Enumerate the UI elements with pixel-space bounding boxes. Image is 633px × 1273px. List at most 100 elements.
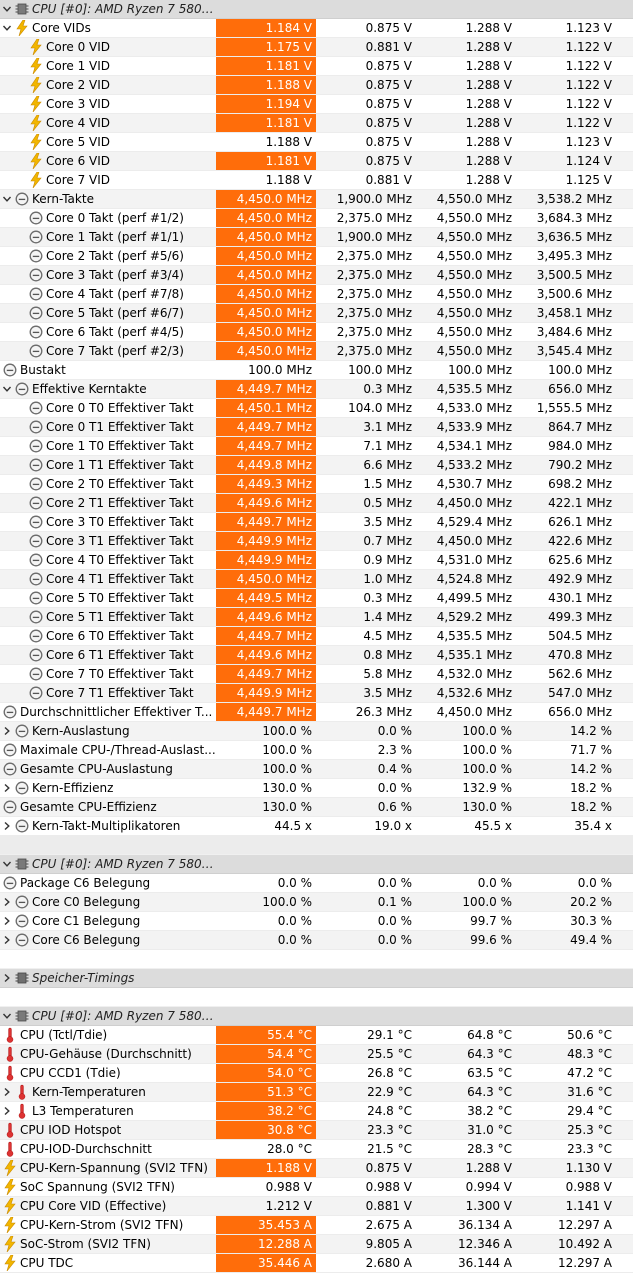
sensor-label: L3 Temperaturen <box>0 1102 216 1120</box>
chevron-right-icon[interactable] <box>0 779 14 797</box>
sensor-row[interactable]: Core 4 T0 Effektiver Takt 4,449.9 MHz 0.9 … <box>0 551 633 570</box>
sensor-row[interactable]: Core 0 VID 1.175 V 0.881 V 1.288 V 1.122 V <box>0 38 633 57</box>
sensor-group-header[interactable]: CPU [#0]: AMD Ryzen 7 5800... <box>0 0 633 19</box>
sensor-row[interactable]: Core 7 Takt (perf #2/3) 4,450.0 MHz 2,375.… <box>0 342 633 361</box>
sensor-name: Kern-Auslastung <box>32 724 130 738</box>
min-value: 21.5 °C <box>367 1142 412 1156</box>
current-value: 35.446 A <box>216 1254 316 1272</box>
chevron-down-icon[interactable] <box>0 1007 14 1025</box>
sensor-row[interactable]: Core 2 Takt (perf #5/6) 4,450.0 MHz 2,375.… <box>0 247 633 266</box>
sensor-row[interactable]: CPU-Kern-Spannung (SVI2 TFN) 1.188 V 0.875… <box>0 1159 633 1178</box>
sensor-group-header[interactable]: CPU [#0]: AMD Ryzen 7 5800... <box>0 855 633 874</box>
sensor-row[interactable]: Core C1 Belegung 0.0 % 0.0 % 99.7 % 30.3 % <box>0 912 633 931</box>
sensor-row[interactable]: Kern-Auslastung 100.0 % 0.0 % 100.0 % 14.2 % <box>0 722 633 741</box>
chevron-down-icon[interactable] <box>0 0 14 18</box>
chevron-down-icon[interactable] <box>0 19 14 37</box>
sensor-row[interactable]: Core 2 T0 Effektiver Takt 4,449.3 MHz 1.5 … <box>0 475 633 494</box>
max-value: 4,532.0 MHz <box>436 667 512 681</box>
sensor-row[interactable]: Gesamte CPU-Effizienz 130.0 % 0.6 % 130.0 %… <box>0 798 633 817</box>
max-value: 1.288 V <box>465 1161 512 1175</box>
sensor-row[interactable]: Core 3 T1 Effektiver Takt 4,449.9 MHz 0.7 … <box>0 532 633 551</box>
sensor-row[interactable]: Core 7 T0 Effektiver Takt 4,449.7 MHz 5.8 … <box>0 665 633 684</box>
sensor-row[interactable]: CPU IOD Hotspot 30.8 °C 23.3 °C 31.0 °C 25.3… <box>0 1121 633 1140</box>
chevron-right-icon[interactable] <box>0 893 14 911</box>
sensor-row[interactable]: Core 0 Takt (perf #1/2) 4,450.0 MHz 2,375.… <box>0 209 633 228</box>
chevron-right-icon[interactable] <box>0 817 14 835</box>
sensor-row[interactable]: Core 7 T1 Effektiver Takt 4,449.9 MHz 3.5 … <box>0 684 633 703</box>
sensor-row[interactable]: Core 4 Takt (perf #7/8) 4,450.0 MHz 2,375.… <box>0 285 633 304</box>
sensor-row[interactable]: SoC Spannung (SVI2 TFN) 0.988 V 0.988 V 0.9… <box>0 1178 633 1197</box>
sensor-row[interactable]: L3 Temperaturen 38.2 °C 24.8 °C 38.2 °C 29.4… <box>0 1102 633 1121</box>
sensor-row[interactable]: Durchschnittlicher Effektiver T... 4,449.… <box>0 703 633 722</box>
chevron-right-icon[interactable] <box>0 1102 14 1120</box>
sensor-row[interactable]: Core 4 T1 Effektiver Takt 4,450.0 MHz 1.0 … <box>0 570 633 589</box>
max-value: 4,531.0 MHz <box>436 553 512 567</box>
sensor-row[interactable]: Core 6 VID 1.181 V 0.875 V 1.288 V 1.124 V <box>0 152 633 171</box>
sensor-label: Core 1 Takt (perf #1/1) <box>0 228 216 246</box>
sensor-row[interactable]: Effektive Kerntakte 4,449.7 MHz 0.3 MHz 4,5… <box>0 380 633 399</box>
sensor-name: Core 5 T1 Effektiver Takt <box>46 610 194 624</box>
sensor-row[interactable]: Core 4 VID 1.181 V 0.875 V 1.288 V 1.122 V <box>0 114 633 133</box>
sensor-row[interactable]: Core VIDs 1.184 V 0.875 V 1.288 V 1.123 V <box>0 19 633 38</box>
sensor-row[interactable]: Maximale CPU-/Thread-Auslast... 100.0 % 2.… <box>0 741 633 760</box>
sensor-row[interactable]: Kern-Temperaturen 51.3 °C 22.9 °C 64.3 °C 31… <box>0 1083 633 1102</box>
chevron-right-icon[interactable] <box>0 912 14 930</box>
current-value: 51.3 °C <box>216 1083 316 1101</box>
sensor-row[interactable]: Core 0 T0 Effektiver Takt 4,450.1 MHz 104.… <box>0 399 633 418</box>
chevron-right-icon[interactable] <box>0 722 14 740</box>
sensor-row[interactable]: Core 5 Takt (perf #6/7) 4,450.0 MHz 2,375.… <box>0 304 633 323</box>
sensor-row[interactable]: Core 3 T0 Effektiver Takt 4,449.7 MHz 3.5 … <box>0 513 633 532</box>
sensor-row[interactable]: Core 2 T1 Effektiver Takt 4,449.6 MHz 0.5 … <box>0 494 633 513</box>
sensor-row[interactable]: Core 7 VID 1.188 V 0.881 V 1.288 V 1.125 V <box>0 171 633 190</box>
avg-value: 0.0 % <box>577 876 612 890</box>
min-value: 6.6 MHz <box>363 458 412 472</box>
chevron-down-icon[interactable] <box>0 190 14 208</box>
sensor-row[interactable]: Kern-Takt-Multiplikatoren 44.5 x 19.0 x 45.… <box>0 817 633 836</box>
current-value: 4,449.7 MHz <box>216 380 316 398</box>
sensor-row[interactable]: Kern-Takte 4,450.0 MHz 1,900.0 MHz 4,550.0 … <box>0 190 633 209</box>
chevron-right-icon[interactable] <box>0 969 14 987</box>
sensor-row[interactable]: Core 6 T0 Effektiver Takt 4,449.7 MHz 4.5 … <box>0 627 633 646</box>
sensor-row[interactable]: SoC-Strom (SVI2 TFN) 12.288 A 9.805 A 12.34… <box>0 1235 633 1254</box>
sensor-group-header[interactable]: CPU [#0]: AMD Ryzen 7 5800... <box>0 1007 633 1026</box>
sensor-row[interactable]: Core 6 Takt (perf #4/5) 4,450.0 MHz 2,375.… <box>0 323 633 342</box>
sensor-row[interactable]: Core 5 VID 1.188 V 0.875 V 1.288 V 1.123 V <box>0 133 633 152</box>
avg-value: 14.2 % <box>570 724 612 738</box>
sensor-label: Kern-Takte <box>0 190 216 208</box>
sensor-row[interactable]: Core C6 Belegung 0.0 % 0.0 % 99.6 % 49.4 % <box>0 931 633 950</box>
sensor-row[interactable]: Core 1 T0 Effektiver Takt 4,449.7 MHz 7.1 … <box>0 437 633 456</box>
sensor-row[interactable]: CPU CCD1 (Tdie) 54.0 °C 26.8 °C 63.5 °C 47.2… <box>0 1064 633 1083</box>
sensor-row[interactable]: CPU (Tctl/Tdie) 55.4 °C 29.1 °C 64.8 °C 50.6… <box>0 1026 633 1045</box>
sensor-row[interactable]: Core 1 Takt (perf #1/1) 4,450.0 MHz 1,900.… <box>0 228 633 247</box>
sensor-row[interactable]: Core 1 T1 Effektiver Takt 4,449.8 MHz 6.6 … <box>0 456 633 475</box>
sensor-row[interactable]: Core C0 Belegung 100.0 % 0.1 % 100.0 % 20.2 … <box>0 893 633 912</box>
chevron-down-icon[interactable] <box>0 855 14 873</box>
sensor-row[interactable]: Core 3 VID 1.194 V 0.875 V 1.288 V 1.122 V <box>0 95 633 114</box>
sensor-row[interactable]: Gesamte CPU-Auslastung 100.0 % 0.4 % 100.0 … <box>0 760 633 779</box>
sensor-label: CPU TDC <box>0 1254 216 1272</box>
sensor-row[interactable]: Kern-Effizienz 130.0 % 0.0 % 132.9 % 18.2 % <box>0 779 633 798</box>
max-value: 100.0 % <box>462 762 512 776</box>
sensor-group-header[interactable]: Speicher-Timings <box>0 969 633 988</box>
sensor-name: Core C1 Belegung <box>32 914 141 928</box>
chevron-down-icon[interactable] <box>0 380 14 398</box>
sensor-row[interactable]: Bustakt 100.0 MHz 100.0 MHz 100.0 MHz 100.0 … <box>0 361 633 380</box>
chevron-right-icon[interactable] <box>0 931 14 949</box>
sensor-row[interactable]: Core 2 VID 1.188 V 0.875 V 1.288 V 1.122 V <box>0 76 633 95</box>
sensor-row[interactable]: CPU-Gehäuse (Durchschnitt) 54.4 °C 25.5 °C… <box>0 1045 633 1064</box>
sensor-row[interactable]: CPU-IOD-Durchschnitt 28.0 °C 21.5 °C 28.3 °… <box>0 1140 633 1159</box>
sensor-row[interactable]: Core 3 Takt (perf #3/4) 4,450.0 MHz 2,375.… <box>0 266 633 285</box>
clock-icon <box>28 342 44 360</box>
sensor-row[interactable]: CPU Core VID (Effective) 1.212 V 0.881 V 1.… <box>0 1197 633 1216</box>
sensor-row[interactable]: Core 5 T0 Effektiver Takt 4,449.5 MHz 0.3 … <box>0 589 633 608</box>
sensor-row[interactable]: Core 5 T1 Effektiver Takt 4,449.6 MHz 1.4 … <box>0 608 633 627</box>
max-value: 36.134 A <box>457 1218 512 1232</box>
sensor-row[interactable]: Package C6 Belegung 0.0 % 0.0 % 0.0 % 0.0 % <box>0 874 633 893</box>
chevron-right-icon[interactable] <box>0 1083 14 1101</box>
sensor-row[interactable]: Core 0 T1 Effektiver Takt 4,449.7 MHz 3.1 … <box>0 418 633 437</box>
sensor-row[interactable]: Core 6 T1 Effektiver Takt 4,449.6 MHz 0.8 … <box>0 646 633 665</box>
sensor-row[interactable]: Core 1 VID 1.181 V 0.875 V 1.288 V 1.122 V <box>0 57 633 76</box>
sensor-row[interactable]: CPU-Kern-Strom (SVI2 TFN) 35.453 A 2.675 A… <box>0 1216 633 1235</box>
sensor-row[interactable]: CPU TDC 35.446 A 2.680 A 36.144 A 12.297 A <box>0 1254 633 1273</box>
